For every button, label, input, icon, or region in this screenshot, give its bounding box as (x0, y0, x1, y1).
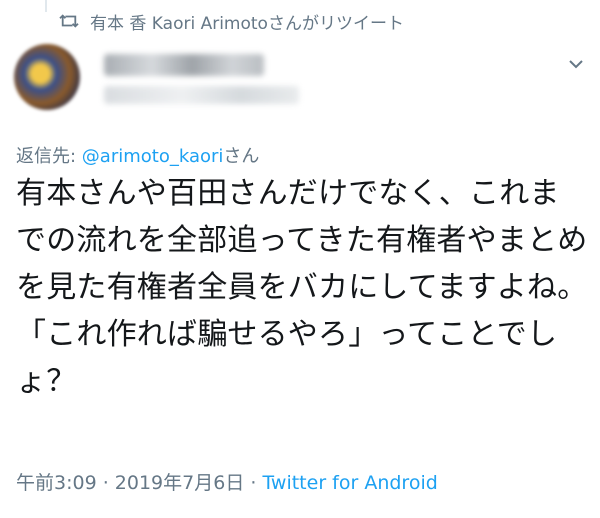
retweet-notice[interactable]: 有本 香 Kaori Arimotoさんがリツイート (58, 8, 404, 34)
client-link[interactable]: Twitter for Android (262, 472, 437, 494)
avatar[interactable] (14, 44, 80, 110)
retweet-notice-text: 有本 香 Kaori Arimotoさんがリツイート (90, 13, 404, 34)
retweet-icon (59, 14, 79, 28)
reply-to-prefix: 返信先: (16, 146, 82, 167)
reply-mention-link[interactable]: @arimoto_kaori (82, 146, 224, 167)
tweet-time[interactable]: 午前3:09 (16, 472, 97, 494)
tweet-meta: 午前3:09 · 2019年7月6日 · Twitter for Android (16, 468, 438, 495)
tweet-date[interactable]: 2019年7月6日 (115, 472, 245, 494)
chevron-down-icon[interactable] (566, 54, 586, 74)
reply-to-suffix: さん (223, 146, 260, 167)
tweet-text: 有本さんや百田さんだけでなく、これまでの流れを全部追ってきた有権者やまとめを見た… (16, 176, 588, 399)
author-handle-blurred (104, 86, 299, 104)
tweet-header (14, 44, 586, 114)
thread-line (45, 0, 47, 12)
meta-separator: · (244, 472, 263, 494)
reply-to-line: 返信先: @arimoto_kaoriさん (16, 142, 259, 168)
meta-separator: · (96, 472, 115, 494)
author-name-blurred[interactable] (104, 54, 264, 76)
